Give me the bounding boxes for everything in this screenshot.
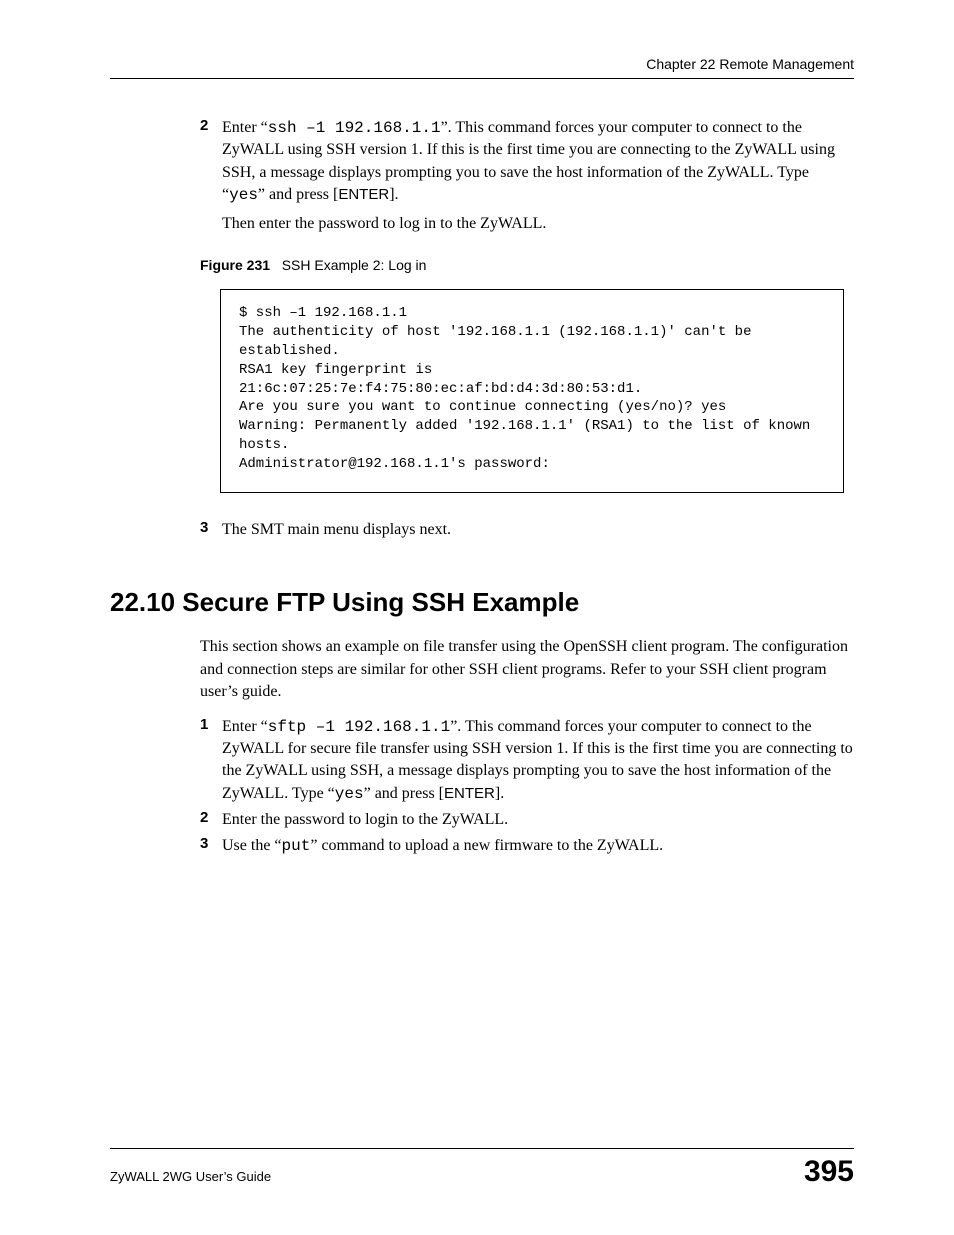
step-body: Use the “put” command to upload a new fi… — [222, 835, 663, 857]
section-steps: 1 Enter “sftp –1 192.168.1.1”. This comm… — [110, 716, 854, 858]
section-intro: This section shows an example on file tr… — [200, 636, 854, 703]
step-body: The SMT main menu displays next. — [222, 519, 451, 541]
put-text: put — [282, 837, 311, 855]
text: ]. — [389, 186, 398, 203]
figure-caption: Figure 231 SSH Example 2: Log in — [200, 257, 854, 273]
step-body: Enter the password to login to the ZyWAL… — [222, 809, 508, 831]
sftp-step-3: 3 Use the “put” command to upload a new … — [200, 835, 854, 857]
step-2: 2 Enter “ssh –1 192.168.1.1”. This comma… — [200, 117, 854, 207]
header-rule: Chapter 22 Remote Management — [110, 56, 854, 79]
step-number: 1 — [200, 716, 222, 806]
step-number: 3 — [200, 519, 222, 541]
enter-key: ENTER — [338, 186, 389, 203]
step-body: Enter “ssh –1 192.168.1.1”. This command… — [222, 117, 854, 207]
command-text: ssh –1 192.168.1.1 — [268, 119, 441, 137]
step-number: 3 — [200, 835, 222, 857]
command-text: sftp –1 192.168.1.1 — [268, 718, 450, 736]
page: Chapter 22 Remote Management 2 Enter “ss… — [0, 0, 954, 1235]
enter-key: ENTER — [444, 785, 495, 802]
text: ]. — [495, 785, 504, 802]
text: ” and press [ — [258, 186, 338, 203]
section-heading: 22.10 Secure FTP Using SSH Example — [110, 587, 854, 618]
text: Enter “ — [222, 718, 268, 735]
text: ” command to upload a new firmware to th… — [310, 837, 663, 854]
text: ” and press [ — [364, 785, 444, 802]
header-chapter: Chapter 22 Remote Management — [110, 56, 854, 78]
step-number: 2 — [200, 809, 222, 831]
step-number: 2 — [200, 117, 222, 207]
step-body: Enter “sftp –1 192.168.1.1”. This comman… — [222, 716, 854, 806]
sftp-step-1: 1 Enter “sftp –1 192.168.1.1”. This comm… — [200, 716, 854, 806]
step-2-continuation: Then enter the password to log in to the… — [222, 213, 854, 235]
yes-text: yes — [335, 785, 364, 803]
figure-title: SSH Example 2: Log in — [282, 257, 427, 273]
footer: ZyWALL 2WG User’s Guide 395 — [110, 1148, 854, 1189]
text: Enter “ — [222, 119, 268, 136]
step-3: 3 The SMT main menu displays next. — [200, 519, 854, 541]
sftp-step-2: 2 Enter the password to login to the ZyW… — [200, 809, 854, 831]
text: Use the “ — [222, 837, 282, 854]
page-number: 395 — [804, 1155, 854, 1189]
figure-label: Figure 231 — [200, 257, 270, 273]
footer-guide: ZyWALL 2WG User’s Guide — [110, 1169, 271, 1184]
content: 2 Enter “ssh –1 192.168.1.1”. This comma… — [110, 117, 854, 858]
yes-text: yes — [229, 186, 258, 204]
code-block: $ ssh –1 192.168.1.1 The authenticity of… — [220, 289, 844, 493]
